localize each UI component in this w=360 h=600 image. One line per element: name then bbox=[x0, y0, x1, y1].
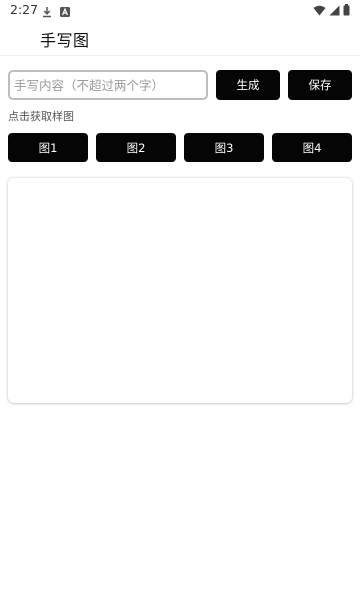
a-box-icon bbox=[59, 3, 71, 17]
sample-4-button[interactable]: 图4 bbox=[272, 133, 352, 162]
generate-button[interactable]: 生成 bbox=[216, 70, 280, 100]
handwriting-text-input[interactable] bbox=[8, 70, 208, 100]
status-icons bbox=[313, 3, 350, 17]
sample-3-button[interactable]: 图3 bbox=[184, 133, 264, 162]
status-bar: 2:27 bbox=[0, 0, 360, 20]
signal-icon bbox=[329, 1, 340, 20]
sample-1-button[interactable]: 图1 bbox=[8, 133, 88, 162]
save-button[interactable]: 保存 bbox=[288, 70, 352, 100]
sample-2-button[interactable]: 图2 bbox=[96, 133, 176, 162]
battery-icon bbox=[343, 1, 350, 20]
status-time: 2:27 bbox=[10, 2, 39, 17]
page-title: 手写图 bbox=[40, 31, 90, 50]
sample-hint-text: 点击获取样图 bbox=[8, 110, 74, 123]
app-bar: 手写图 bbox=[0, 20, 360, 56]
image-preview-card bbox=[8, 178, 352, 403]
download-icon bbox=[41, 3, 53, 18]
wifi-icon bbox=[313, 1, 326, 20]
